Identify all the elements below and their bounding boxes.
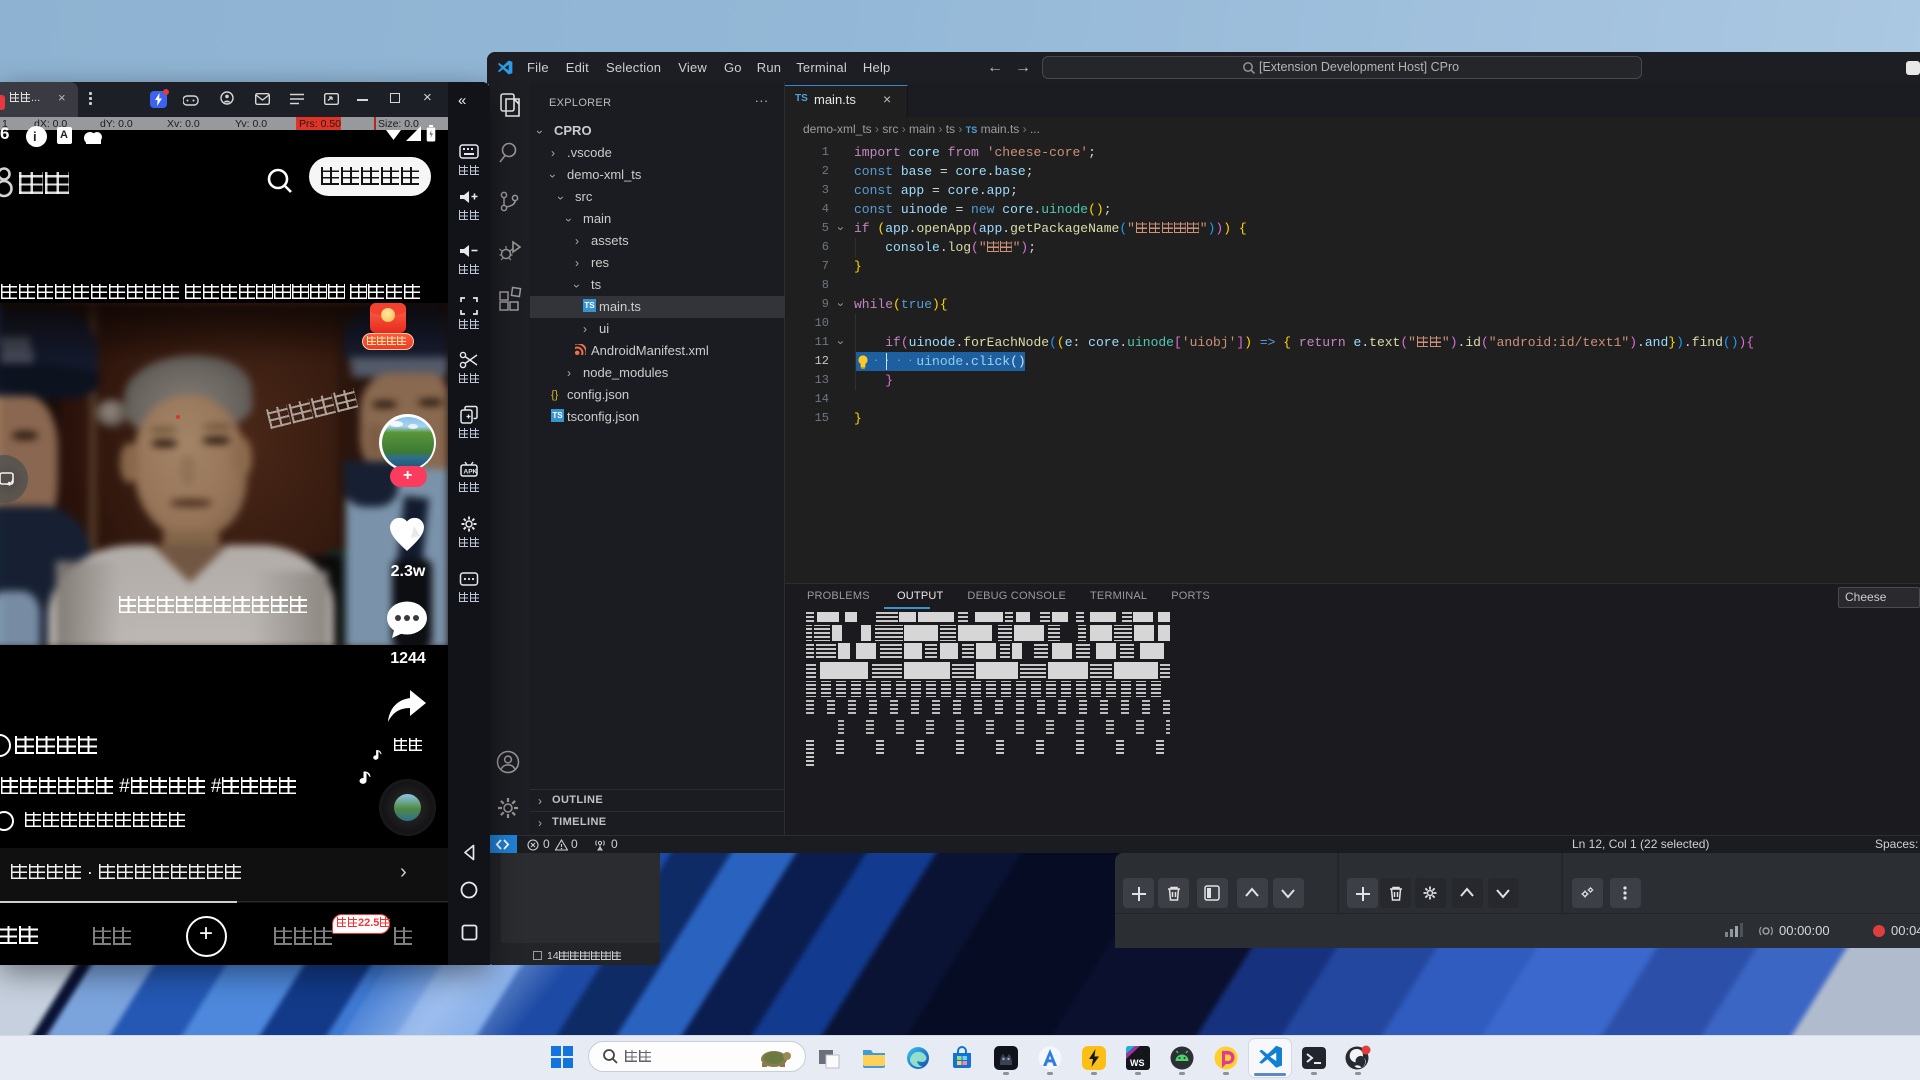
svg-text:APK: APK [464, 469, 478, 476]
svg-text:WS: WS [1130, 1058, 1145, 1068]
